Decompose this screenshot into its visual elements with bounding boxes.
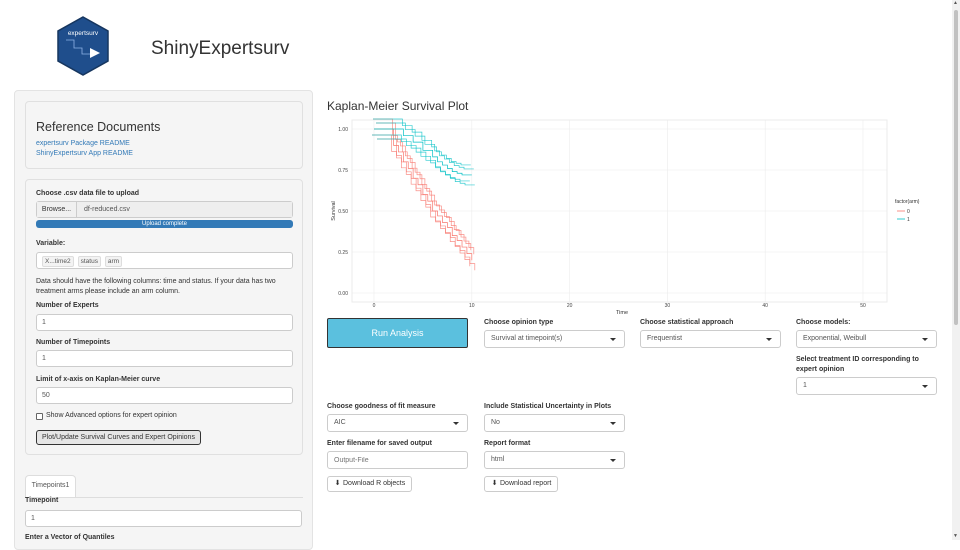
page-scrollbar[interactable]: ▲ ▼ <box>952 0 960 540</box>
reference-documents-title: Reference Documents <box>36 120 161 134</box>
y-tick-label: 0.50 <box>338 209 348 215</box>
download-report-label: Download report <box>500 480 552 487</box>
uncertainty-label: Include Statistical Uncertainty in Plots <box>484 403 612 410</box>
treatment-id-value: 1 <box>803 382 807 389</box>
timepoint-input[interactable]: 1 <box>25 510 302 527</box>
models-select[interactable]: Exponential, Weibull <box>796 330 937 348</box>
expertsurv-readme-link[interactable]: expertsurv Package README <box>36 140 130 147</box>
num-timepoints-input[interactable]: 1 <box>36 350 293 367</box>
scroll-up-arrow-icon[interactable]: ▲ <box>953 0 958 6</box>
y-tick-labels: 0.00 0.25 0.50 0.75 1.00 <box>338 127 348 297</box>
gof-label: Choose goodness of fit measure <box>327 403 436 410</box>
reference-documents-well: Reference Documents expertsurv Package R… <box>25 101 303 169</box>
chevron-down-icon <box>766 338 772 341</box>
tab-divider <box>25 497 303 498</box>
x-tick-labels: 0 10 20 30 40 50 <box>373 303 866 309</box>
download-icon: ⬇ <box>491 480 498 487</box>
num-timepoints-label: Number of Timepoints <box>36 339 111 346</box>
plot-update-button[interactable]: Plot/Update Survival Curves and Expert O… <box>36 430 201 445</box>
gof-select[interactable]: AIC <box>327 414 468 432</box>
opinion-type-select[interactable]: Survival at timepoint(s) <box>484 330 625 348</box>
app-title: ShinyExpertsurv <box>151 38 290 59</box>
models-value: Exponential, Weibull <box>803 335 867 342</box>
sidebar-panel: Reference Documents expertsurv Package R… <box>14 90 313 550</box>
filename-label: Enter filename for saved output <box>327 440 433 447</box>
chevron-down-icon <box>922 385 928 388</box>
scrollbar-thumb[interactable] <box>954 10 958 325</box>
uncertainty-value: No <box>491 419 500 426</box>
download-report-button[interactable]: ⬇ Download report <box>484 476 559 492</box>
chevron-down-icon <box>610 422 616 425</box>
stat-approach-value: Frequentist <box>647 335 683 342</box>
uploaded-file-name: df-reduced.csv <box>77 202 292 217</box>
expertsurv-logo: expertsurv <box>56 16 110 76</box>
chart-legend: 01 <box>897 209 910 223</box>
variable-label: Variable: <box>36 240 66 247</box>
logo-text: expertsurv <box>68 30 99 37</box>
num-experts-input[interactable]: 1 <box>36 314 293 331</box>
chevron-down-icon <box>610 459 616 462</box>
shinyexpertsurv-readme-link[interactable]: ShinyExpertsurv App README <box>36 150 133 157</box>
chevron-down-icon <box>922 338 928 341</box>
chevron-down-icon <box>610 338 616 341</box>
models-label: Choose models: <box>796 319 851 326</box>
x-axis-title: Time <box>616 310 628 316</box>
filename-input[interactable] <box>327 451 468 469</box>
legend-label-1: 1 <box>907 217 910 223</box>
variable-chip[interactable]: arm <box>104 256 123 267</box>
legend-title: factor(arm) <box>895 199 920 205</box>
tab-timepoints1[interactable]: Timepoints1 <box>25 475 76 497</box>
x-tick-label: 50 <box>860 303 866 309</box>
report-format-value: html <box>491 456 505 463</box>
stat-approach-label: Choose statistical approach <box>640 319 734 326</box>
variable-chip[interactable]: status <box>77 256 101 267</box>
run-analysis-button[interactable]: Run Analysis <box>327 318 468 348</box>
inputs-well: Choose .csv data file to upload Browse..… <box>25 179 303 455</box>
x-tick-label: 20 <box>567 303 573 309</box>
x-tick-label: 10 <box>469 303 475 309</box>
uncertainty-select[interactable]: No <box>484 414 625 432</box>
num-experts-label: Number of Experts <box>36 302 99 309</box>
gof-value: AIC <box>334 419 346 426</box>
file-upload-input[interactable]: Browse... df-reduced.csv <box>36 201 293 218</box>
browse-button[interactable]: Browse... <box>37 202 77 217</box>
opinion-type-label: Choose opinion type <box>484 319 554 326</box>
km-plot-title: Kaplan-Meier Survival Plot <box>327 99 469 113</box>
advanced-options-label: Show Advanced options for expert opinion <box>46 412 177 419</box>
scroll-down-arrow-icon[interactable]: ▼ <box>953 533 958 539</box>
y-tick-label: 0.00 <box>338 291 348 297</box>
download-icon: ⬇ <box>334 480 341 487</box>
variable-select[interactable]: X...time2 status arm <box>36 252 293 269</box>
y-tick-label: 0.25 <box>338 250 348 256</box>
y-tick-label: 1.00 <box>338 127 348 133</box>
advanced-options-checkbox[interactable] <box>36 413 43 420</box>
xlimit-input[interactable]: 50 <box>36 387 293 404</box>
x-tick-label: 30 <box>665 303 671 309</box>
report-format-select[interactable]: html <box>484 451 625 469</box>
x-tick-label: 0 <box>373 303 376 309</box>
treatment-id-select[interactable]: 1 <box>796 377 937 395</box>
y-tick-label: 0.75 <box>338 168 348 174</box>
chevron-down-icon <box>453 422 459 425</box>
treatment-id-label: Select treatment ID corresponding to exp… <box>796 356 919 373</box>
data-columns-note: Data should have the following columns: … <box>36 278 276 295</box>
opinion-type-value: Survival at timepoint(s) <box>491 335 563 342</box>
y-axis-title: Survival <box>331 201 337 221</box>
download-r-objects-label: Download R objects <box>343 480 406 487</box>
km-survival-chart: 0.000.250.500.751.00 0 10 20 30 40 50 Time Su… <box>331 118 920 316</box>
download-r-objects-button[interactable]: ⬇ Download R objects <box>327 476 413 492</box>
legend-label-0: 0 <box>907 209 910 215</box>
x-tick-label: 40 <box>762 303 768 309</box>
variable-chip[interactable]: X...time2 <box>42 256 74 267</box>
upload-label: Choose .csv data file to upload <box>36 190 140 197</box>
report-format-label: Report format <box>484 440 531 447</box>
timepoint-label: Timepoint <box>25 497 59 504</box>
upload-progress-bar: Upload complete <box>36 220 293 228</box>
xlimit-label: Limit of x-axis on Kaplan-Meier curve <box>36 376 161 383</box>
stat-approach-select[interactable]: Frequentist <box>640 330 781 348</box>
